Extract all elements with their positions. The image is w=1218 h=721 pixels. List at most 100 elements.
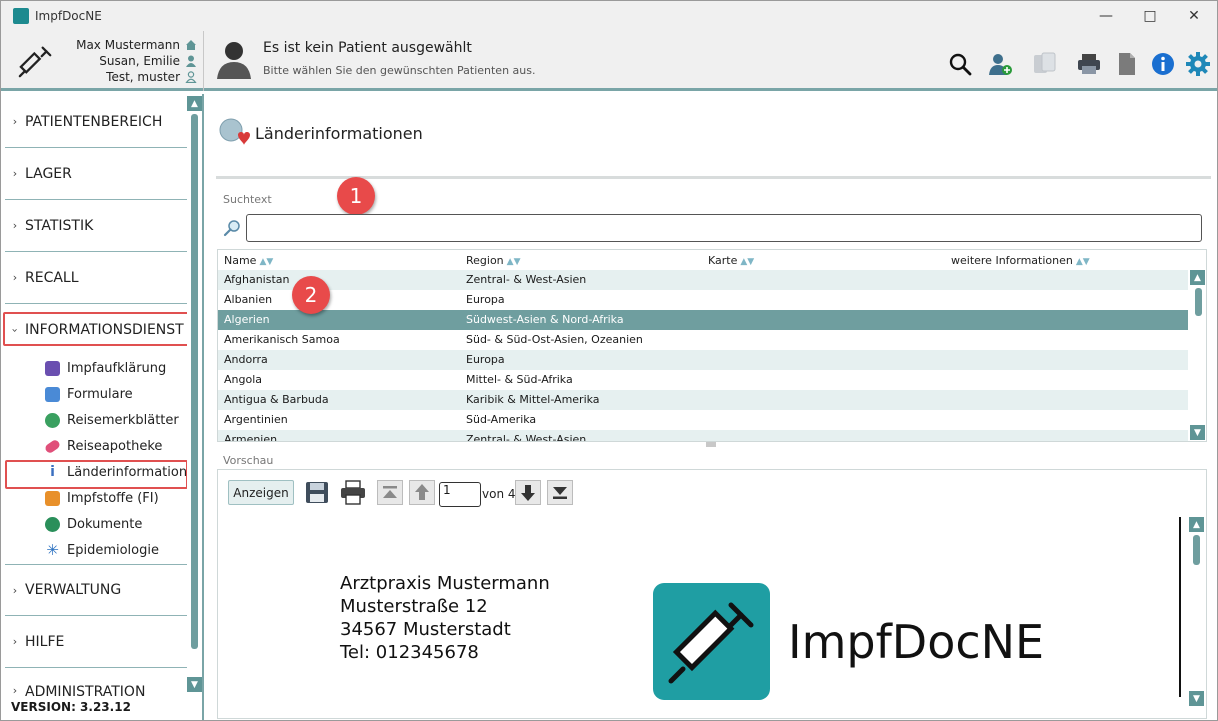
highlight-box (3, 312, 189, 346)
vaccine-book-icon (45, 491, 60, 506)
table-row[interactable]: Antigua & Barbuda Karibik & Mittel-Amerik… (218, 390, 1188, 410)
step-badge-2: 2 (292, 276, 330, 314)
sidebar-item-reisemerkblaetter[interactable]: Reisemerkblätter (45, 413, 179, 428)
info-icon[interactable] (1150, 51, 1176, 77)
table-row[interactable]: Argentinien Süd-Amerika (218, 410, 1188, 430)
sidebar-section-verwaltung[interactable]: › VERWALTUNG (5, 564, 187, 616)
document-icon[interactable] (1114, 51, 1140, 77)
sidebar-section-administration[interactable]: › ADMINISTRATION (5, 668, 187, 696)
user-name: Test, muster (106, 70, 180, 84)
sidebar-section-statistik[interactable]: › STATISTIK (5, 200, 187, 252)
table-row[interactable]: Armenien Zentral- & West-Asien (218, 430, 1188, 441)
page-number-input[interactable]: 1 (439, 482, 481, 507)
person-icon (186, 55, 196, 67)
copy-icon[interactable] (1032, 51, 1058, 77)
column-header-karte[interactable]: Karte ▲▼ (708, 250, 754, 270)
chevron-right-icon: › (12, 167, 18, 180)
sidebar-item-impfstoffe[interactable]: Impfstoffe (FI) (45, 491, 159, 506)
scroll-thumb[interactable] (1193, 535, 1200, 565)
doc-line: Musterstraße 12 (340, 596, 488, 617)
column-header-name[interactable]: Name ▲▼ (224, 250, 273, 270)
scroll-up-icon[interactable]: ▲ (1189, 517, 1204, 532)
app-icon (13, 8, 29, 24)
printer-icon[interactable] (339, 480, 367, 505)
scroll-up-icon[interactable]: ▲ (1190, 270, 1205, 285)
scroll-thumb[interactable] (1195, 288, 1202, 316)
sidebar-section-hilfe[interactable]: › HILFE (5, 616, 187, 668)
sidebar-item-epidemiologie[interactable]: ✳ Epidemiologie (45, 541, 159, 559)
table-scrollbar[interactable]: ▲ ▼ (1190, 270, 1206, 441)
logo-text: ImpfDocNE (788, 615, 1045, 669)
column-header-weitere-informationen[interactable]: weitere Informationen ▲▼ (951, 250, 1090, 270)
step-badge-1: 1 (337, 177, 375, 215)
preview-scrollbar[interactable]: ▲ ▼ (1179, 515, 1205, 717)
chevron-right-icon: › (12, 219, 18, 232)
maximize-button[interactable]: □ (1127, 1, 1173, 31)
scroll-down-icon[interactable]: ▼ (1190, 425, 1205, 440)
scroll-up-icon[interactable]: ▲ (187, 96, 202, 111)
sidebar-section-lager[interactable]: › LAGER (5, 148, 187, 200)
scroll-down-icon[interactable]: ▼ (187, 677, 202, 692)
sidebar-item-formulare[interactable]: Formulare (45, 387, 133, 402)
scroll-down-icon[interactable]: ▼ (1189, 691, 1204, 706)
search-label: Suchtext (223, 193, 272, 206)
show-button[interactable]: Anzeigen (228, 480, 294, 505)
sidebar-scrollbar[interactable]: ▲ ▼ (187, 94, 202, 696)
preview-panel: Anzeigen 1 von 4 Arztpraxis Mustermann M… (217, 469, 1207, 719)
chevron-right-icon: › (12, 635, 18, 648)
previous-page-icon[interactable] (409, 480, 435, 505)
main-content: Länderinformationen Suchtext 1 Name ▲▼ Re… (206, 94, 1217, 720)
sidebar-item-reiseapotheke[interactable]: Reiseapotheke (43, 438, 162, 455)
doc-line: Arztpraxis Mustermann (340, 573, 550, 594)
scroll-thumb[interactable] (191, 114, 198, 649)
sidebar-item-dokumente[interactable]: Dokumente (45, 517, 142, 532)
title-bar: ImpfDocNE — □ ✕ (1, 1, 1217, 31)
documents-globe-icon (45, 517, 60, 532)
syringe-logo-icon (18, 46, 52, 78)
version-label: VERSION: 3.23.12 (1, 696, 204, 720)
sidebar-section-recall[interactable]: › RECALL (5, 252, 187, 304)
user-line[interactable]: Test, muster (106, 70, 197, 84)
patient-avatar-icon (217, 42, 251, 79)
virus-icon: ✳ (46, 541, 59, 559)
search-input[interactable] (246, 214, 1202, 242)
table-row-selected[interactable]: Algerien Südwest-Asien & Nord-Afrika (218, 310, 1188, 330)
table-row[interactable]: Albanien Europa (218, 290, 1188, 310)
user-panel: Max Mustermann Susan, Emilie Test, muste… (1, 31, 204, 91)
patient-status-title: Es ist kein Patient ausgewählt (263, 40, 472, 56)
splitter-handle[interactable] (706, 442, 716, 447)
first-page-icon[interactable] (377, 480, 403, 505)
last-page-icon[interactable] (547, 480, 573, 505)
save-icon[interactable] (304, 480, 330, 505)
page-title: Länderinformationen (255, 124, 423, 143)
chevron-right-icon: › (12, 583, 18, 597)
next-page-icon[interactable] (515, 480, 541, 505)
form-icon (45, 387, 60, 402)
add-patient-icon[interactable] (987, 51, 1013, 77)
home-icon (186, 40, 196, 50)
table-row[interactable]: Andorra Europa (218, 350, 1188, 370)
app-window: ImpfDocNE — □ ✕ Max Mustermann Susan, Em… (0, 0, 1218, 721)
column-header-region[interactable]: Region ▲▼ (466, 250, 521, 270)
page-count: von 4 (482, 487, 516, 501)
table-row[interactable]: Angola Mittel- & Süd-Afrika (218, 370, 1188, 390)
table-row[interactable]: Afghanistan Zentral- & West-Asien (218, 270, 1188, 290)
minimize-button[interactable]: — (1083, 1, 1129, 31)
gear-icon[interactable] (1185, 51, 1211, 77)
close-button[interactable]: ✕ (1171, 1, 1217, 31)
chevron-right-icon: › (12, 271, 18, 284)
globe-heart-icon (219, 118, 250, 145)
user-name: Max Mustermann (76, 38, 180, 52)
sidebar-section-patientenbereich[interactable]: › PATIENTENBEREICH (5, 96, 187, 148)
window-title: ImpfDocNE (35, 9, 102, 23)
sidebar-item-impfaufklaerung[interactable]: Impfaufklärung (45, 361, 166, 376)
person-outline-icon (185, 71, 197, 83)
magnifier-icon (223, 220, 240, 237)
printer-icon[interactable] (1076, 51, 1102, 77)
user-line[interactable]: Max Mustermann (76, 38, 197, 52)
user-line[interactable]: Susan, Emilie (99, 54, 197, 68)
chevron-right-icon: › (12, 684, 18, 696)
search-icon[interactable] (947, 51, 973, 77)
country-table: Name ▲▼ Region ▲▼ Karte ▲▼ weitere Informat… (217, 249, 1207, 442)
table-row[interactable]: Amerikanisch Samoa Süd- & Süd-Ost-Asien, … (218, 330, 1188, 350)
